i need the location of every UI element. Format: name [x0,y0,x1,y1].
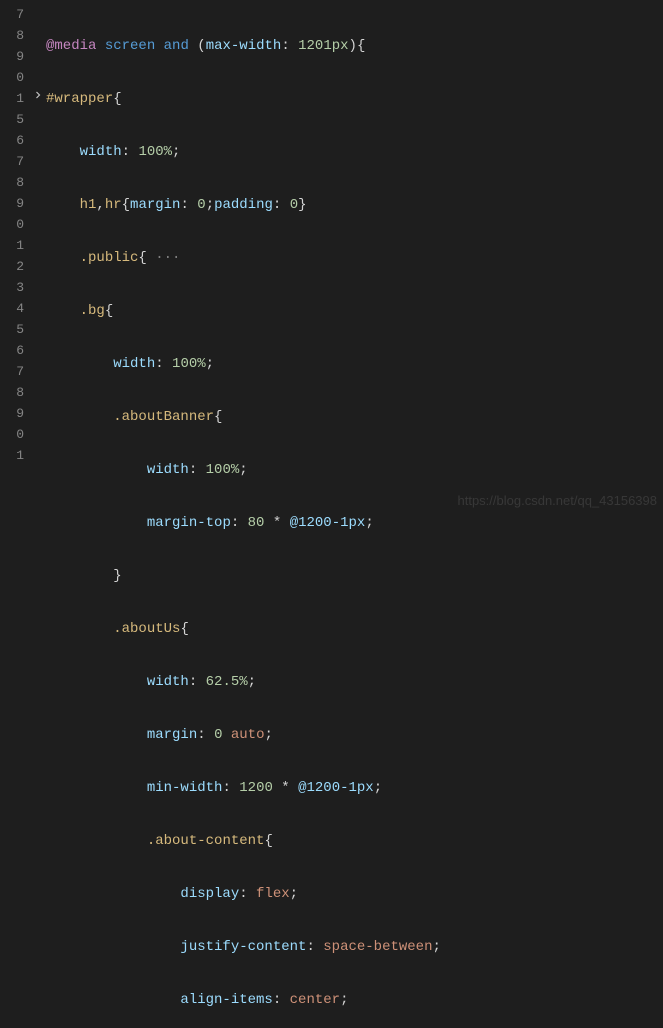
code-line: display: flex; [46,884,663,905]
line-number: 4 [0,298,24,319]
line-number: 9 [0,46,24,67]
code-line: .bg{ [46,301,663,322]
fold-gutter [30,0,46,514]
code-line: align-items: center; [46,990,663,1011]
line-number: 7 [0,4,24,25]
code-line: margin-top: 80 * @1200-1px; [46,513,663,534]
code-line: width: 100%; [46,460,663,481]
line-number: 9 [0,403,24,424]
code-line: margin: 0 auto; [46,725,663,746]
code-line: justify-content: space-between; [46,937,663,958]
code-line: width: 62.5%; [46,672,663,693]
line-number: 1 [0,88,24,109]
line-number: 7 [0,361,24,382]
line-number-gutter: 7 8 9 0 1 5 6 7 8 9 0 1 2 3 4 5 6 7 8 9 … [0,0,30,514]
fold-toggle[interactable] [30,88,46,109]
line-number: 9 [0,193,24,214]
line-number: 0 [0,214,24,235]
code-line: h1,hr{margin: 0;padding: 0} [46,195,663,216]
code-line: .aboutUs{ [46,619,663,640]
code-line: .about-content{ [46,831,663,852]
line-number: 1 [0,235,24,256]
code-line: width: 100%; [46,142,663,163]
line-number: 5 [0,319,24,340]
code-line: min-width: 1200 * @1200-1px; [46,778,663,799]
code-line: width: 100%; [46,354,663,375]
line-number: 8 [0,172,24,193]
line-number: 0 [0,67,24,88]
line-number: 0 [0,424,24,445]
code-line: .aboutBanner{ [46,407,663,428]
code-line: .public{ ··· [46,248,663,269]
code-line: } [46,566,663,587]
line-number: 6 [0,130,24,151]
code-area[interactable]: @media screen and (max-width: 1201px){ #… [46,0,663,514]
line-number: 6 [0,340,24,361]
code-editor[interactable]: 7 8 9 0 1 5 6 7 8 9 0 1 2 3 4 5 6 7 8 9 … [0,0,663,514]
code-line: @media screen and (max-width: 1201px){ [46,36,663,57]
line-number: 5 [0,109,24,130]
line-number: 1 [0,445,24,466]
line-number: 3 [0,277,24,298]
chevron-right-icon [32,88,44,109]
line-number: 8 [0,382,24,403]
line-number: 2 [0,256,24,277]
line-number: 7 [0,151,24,172]
code-line: #wrapper{ [46,89,663,110]
line-number: 8 [0,25,24,46]
folded-ellipsis[interactable]: ··· [147,250,189,266]
